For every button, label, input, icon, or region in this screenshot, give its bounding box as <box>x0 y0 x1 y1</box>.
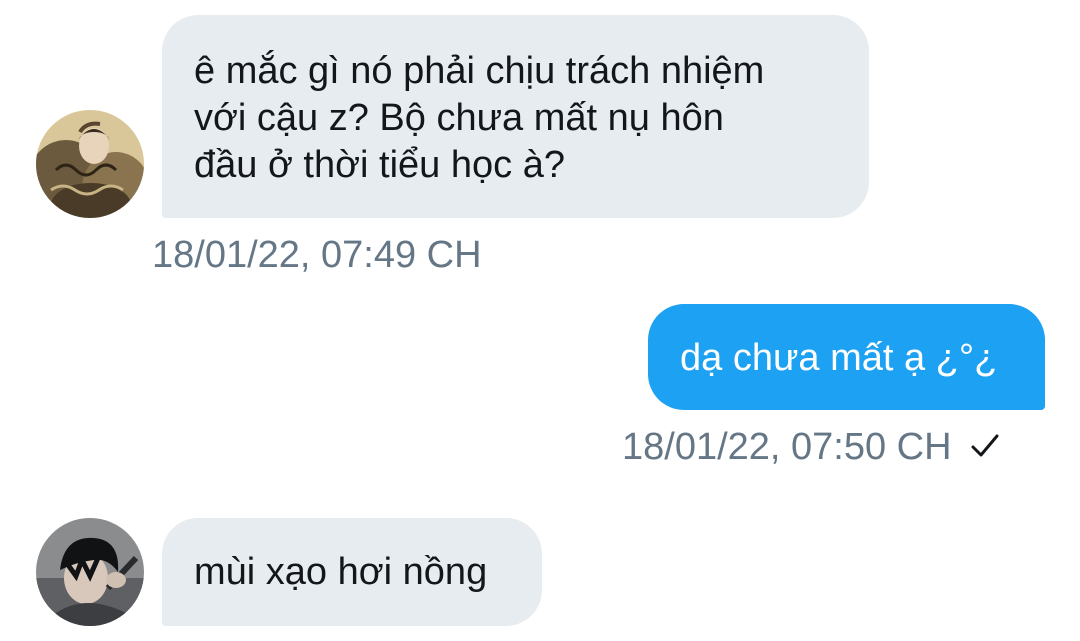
dm-conversation: ê mắc gì nó phải chịu trách nhiệm với cậ… <box>0 0 1080 641</box>
message-bubble-incoming[interactable]: ê mắc gì nó phải chịu trách nhiệm với cậ… <box>162 15 869 218</box>
message-timestamp: 18/01/22, 07:49 CH <box>152 233 482 277</box>
message-text: ê mắc gì nó phải chịu trách nhiệm với cậ… <box>194 50 765 186</box>
contact-avatar[interactable] <box>36 518 144 626</box>
message-text: dạ chưa mất ạ ¿°¿ <box>680 337 998 379</box>
timestamp-text: 18/01/22, 07:50 CH <box>622 426 952 468</box>
message-timestamp: 18/01/22, 07:50 CH <box>622 425 1000 469</box>
contact-avatar[interactable] <box>36 110 144 218</box>
message-bubble-incoming[interactable]: mùi xạo hơi nồng <box>162 518 542 626</box>
sent-check-icon <box>971 434 999 457</box>
timestamp-text: 18/01/22, 07:49 CH <box>152 234 482 276</box>
message-text: mùi xạo hơi nồng <box>194 551 488 593</box>
message-bubble-outgoing[interactable]: dạ chưa mất ạ ¿°¿ <box>648 304 1045 410</box>
contact-avatar-fur-coat-icon <box>36 110 144 218</box>
contact-avatar-dark-hair-icon <box>36 518 144 626</box>
